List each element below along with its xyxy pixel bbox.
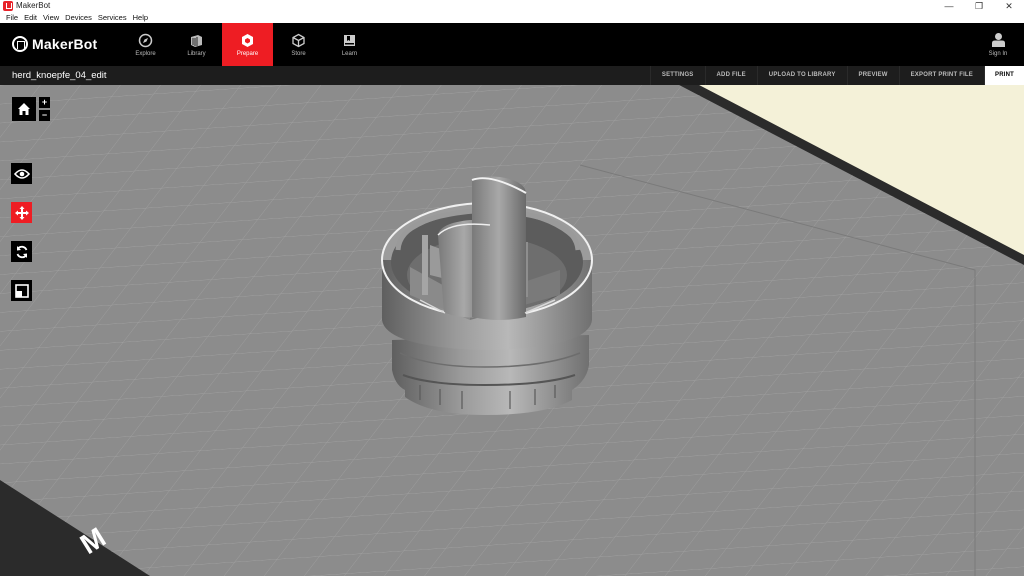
- sign-in-button[interactable]: Sign In: [986, 28, 1010, 61]
- move-icon: [14, 205, 29, 220]
- menu-services[interactable]: Services: [95, 12, 130, 23]
- preview-button[interactable]: PREVIEW: [846, 66, 899, 85]
- menu-file[interactable]: File: [3, 12, 21, 23]
- nav-explore[interactable]: Explore: [120, 23, 171, 66]
- home-icon: [18, 103, 30, 115]
- view-icon: [13, 168, 30, 179]
- library-icon: [189, 32, 205, 48]
- close-button[interactable]: ✕: [994, 0, 1024, 12]
- user-icon: [990, 32, 1006, 48]
- nav-prepare[interactable]: Prepare: [222, 23, 273, 66]
- zoom-in-button[interactable]: +: [39, 97, 50, 108]
- prepare-icon: [240, 32, 256, 48]
- rotate-icon: [16, 245, 27, 258]
- zoom-out-button[interactable]: −: [39, 110, 50, 121]
- makerbot-logo[interactable]: MakerBot: [12, 36, 97, 52]
- nav-library[interactable]: Library: [171, 23, 222, 66]
- makerbot-app-icon: [3, 1, 13, 11]
- file-name: herd_knoepfe_04_edit: [12, 70, 107, 81]
- logo-text: MakerBot: [32, 36, 98, 52]
- build-viewport[interactable]: M + −: [0, 85, 1024, 576]
- scale-tool-button[interactable]: [11, 280, 32, 301]
- cube-icon: [291, 32, 307, 48]
- menu-view[interactable]: View: [40, 12, 62, 23]
- window-title: MakerBot: [16, 1, 51, 10]
- export-print-file-button[interactable]: EXPORT PRINT FILE: [898, 66, 984, 85]
- nav-label: Store: [291, 51, 306, 57]
- sign-in-label: Sign In: [988, 51, 1008, 57]
- home-view-button[interactable]: [12, 97, 36, 121]
- menu-edit[interactable]: Edit: [21, 12, 40, 23]
- toolbar-actions: SETTINGS ADD FILE UPLOAD TO LIBRARY PREV…: [649, 66, 1024, 85]
- nav-label: Learn: [341, 51, 358, 57]
- nav-label: Explore: [135, 51, 156, 57]
- main-nav: Explore Library Prepare Store Learn: [120, 23, 375, 66]
- restore-button[interactable]: ❐: [964, 0, 994, 12]
- add-file-button[interactable]: ADD FILE: [704, 66, 757, 85]
- scale-icon: [14, 283, 29, 298]
- print-button[interactable]: PRINT: [984, 66, 1024, 85]
- nav-label: Library: [187, 51, 206, 57]
- nav-store[interactable]: Store: [273, 23, 324, 66]
- book-icon: [342, 32, 358, 48]
- nav-learn[interactable]: Learn: [324, 23, 375, 66]
- build-plate-scene[interactable]: M: [0, 85, 1024, 576]
- file-toolbar: herd_knoepfe_04_edit SETTINGS ADD FILE U…: [0, 66, 1024, 85]
- title-bar: MakerBot — ❐ ✕: [0, 0, 1024, 12]
- move-tool-button[interactable]: [11, 202, 32, 223]
- minimize-button[interactable]: —: [934, 0, 964, 12]
- menu-bar: File Edit View Devices Services Help: [0, 12, 1024, 23]
- menu-help[interactable]: Help: [130, 12, 151, 23]
- compass-icon: [138, 32, 154, 48]
- settings-button[interactable]: SETTINGS: [649, 66, 705, 85]
- menu-devices[interactable]: Devices: [62, 12, 95, 23]
- nav-label: Prepare: [236, 51, 259, 57]
- makerbot-logo-icon: [12, 36, 28, 52]
- rotate-tool-button[interactable]: [11, 241, 32, 262]
- upload-to-library-button[interactable]: UPLOAD TO LIBRARY: [756, 66, 847, 85]
- window-controls: — ❐ ✕: [934, 0, 1024, 12]
- view-tool-button[interactable]: [11, 163, 32, 184]
- app-header: MakerBot Explore Library Prepare Store L…: [0, 23, 1024, 66]
